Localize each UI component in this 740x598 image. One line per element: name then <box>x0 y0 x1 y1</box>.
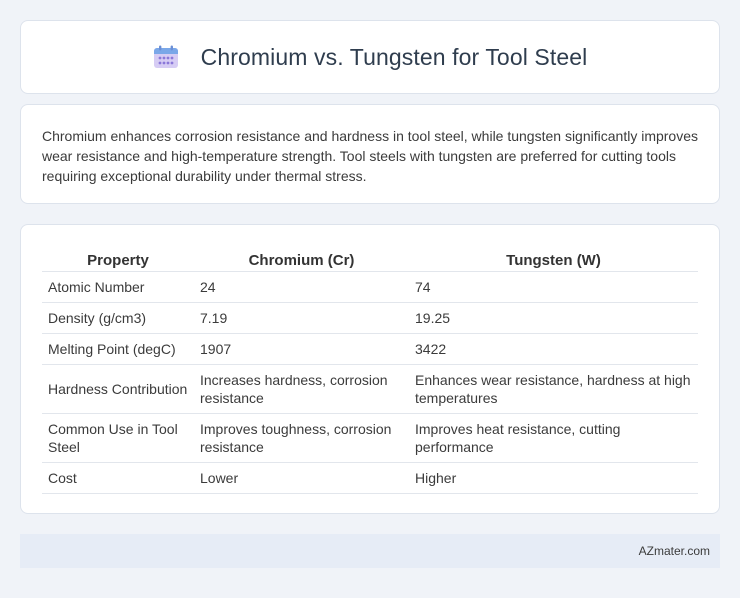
chromium-cell: Improves toughness, corrosion resistance <box>194 413 409 463</box>
table-header-row: Property Chromium (Cr) Tungsten (W) <box>42 245 698 272</box>
chromium-cell: 24 <box>194 271 409 303</box>
table-row: Common Use in Tool Steel Improves toughn… <box>42 413 698 463</box>
property-cell: Cost <box>42 462 194 494</box>
table-row: Atomic Number 24 74 <box>42 271 698 303</box>
description-card: Chromium enhances corrosion resistance a… <box>20 104 720 204</box>
tungsten-cell: Enhances wear resistance, hardness at hi… <box>409 364 698 414</box>
column-header-tungsten: Tungsten (W) <box>409 245 698 272</box>
property-cell: Hardness Contribution <box>42 364 194 414</box>
column-header-property: Property <box>42 245 194 272</box>
chromium-cell: Increases hardness, corrosion resistance <box>194 364 409 414</box>
property-cell: Common Use in Tool Steel <box>42 413 194 463</box>
title-card: Chromium vs. Tungsten for Tool Steel <box>20 20 720 94</box>
chromium-cell: 7.19 <box>194 302 409 334</box>
page-title: Chromium vs. Tungsten for Tool Steel <box>200 43 588 70</box>
tungsten-cell: 74 <box>409 271 698 303</box>
description-text: Chromium enhances corrosion resistance a… <box>42 128 698 184</box>
table-row: Cost Lower Higher <box>42 462 698 494</box>
property-cell: Atomic Number <box>42 271 194 303</box>
tungsten-cell: Higher <box>409 462 698 494</box>
comparison-table-card: Property Chromium (Cr) Tungsten (W) Atom… <box>20 224 720 514</box>
tungsten-cell: 19.25 <box>409 302 698 334</box>
footer-site-label: AZmater.com <box>638 544 710 558</box>
calendar-icon <box>153 45 178 68</box>
title-wrap: Chromium vs. Tungsten for Tool Steel <box>153 44 588 71</box>
column-header-chromium: Chromium (Cr) <box>194 245 409 272</box>
table-row: Melting Point (degC) 1907 3422 <box>42 333 698 365</box>
tungsten-cell: Improves heat resistance, cutting perfor… <box>409 413 698 463</box>
chromium-cell: 1907 <box>194 333 409 365</box>
property-cell: Melting Point (degC) <box>42 333 194 365</box>
property-cell: Density (g/cm3) <box>42 302 194 334</box>
table-row: Density (g/cm3) 7.19 19.25 <box>42 302 698 334</box>
footer: AZmater.com <box>20 534 720 568</box>
comparison-table: Property Chromium (Cr) Tungsten (W) Atom… <box>42 245 698 494</box>
tungsten-cell: 3422 <box>409 333 698 365</box>
chromium-cell: Lower <box>194 462 409 494</box>
table-row: Hardness Contribution Increases hardness… <box>42 364 698 414</box>
